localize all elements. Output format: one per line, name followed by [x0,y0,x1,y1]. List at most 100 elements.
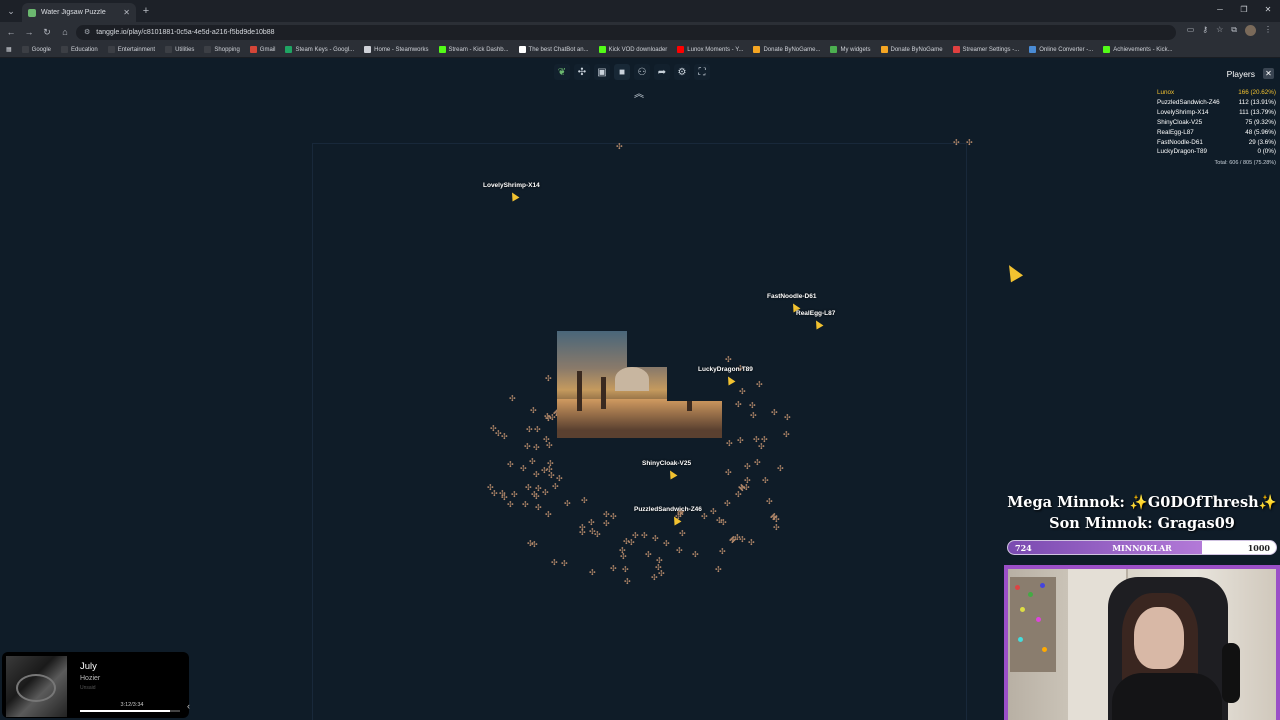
puzzle-piece[interactable]: ✣ [487,484,494,492]
close-window-icon[interactable]: ✕ [1256,0,1280,22]
puzzle-piece[interactable]: ✣ [603,511,610,519]
puzzle-piece[interactable]: ✣ [535,504,542,512]
puzzle-piece[interactable]: ✣ [529,458,536,466]
bookmark-item[interactable]: Achievements - Kick... [1103,46,1173,53]
puzzle-piece[interactable]: ✣ [773,524,780,532]
puzzle-piece[interactable]: ✣ [588,519,595,527]
preview-image-icon[interactable]: ▣ [594,64,610,80]
collapse-toolbar-chevron-icon[interactable]: ︽ [634,85,644,100]
puzzle-piece[interactable]: ✣ [524,443,531,451]
puzzle-piece[interactable]: ✣ [525,484,532,492]
back-icon[interactable]: ← [4,27,18,37]
extensions-icon[interactable]: ⧉ [1231,25,1237,36]
puzzle-piece[interactable]: ✣ [966,139,973,147]
puzzle-piece[interactable]: ✣ [777,465,784,473]
puzzle-piece[interactable]: ✣ [725,356,732,364]
puzzle-piece[interactable]: ✣ [620,553,627,561]
puzzle-piece[interactable]: ✣ [652,535,659,543]
puzzle-piece[interactable]: ✣ [546,442,553,450]
puzzle-piece[interactable]: ✣ [753,436,760,444]
collapse-widget-chevron-icon[interactable]: ‹ [187,701,190,711]
puzzle-piece[interactable]: ✣ [726,440,733,448]
profile-avatar[interactable] [1245,25,1256,36]
puzzle-piece[interactable]: ✣ [603,520,610,528]
bookmark-item[interactable]: Steam Keys - Googl... [285,46,354,53]
puzzle-piece[interactable]: ✣ [737,437,744,445]
puzzle-piece[interactable]: ✣ [710,508,717,516]
puzzle-piece[interactable]: ✣ [589,528,596,536]
puzzle-piece[interactable]: ✣ [623,538,630,546]
puzzle-piece[interactable]: ✣ [730,536,737,544]
puzzle-piece[interactable]: ✣ [716,517,723,525]
browser-tab[interactable]: Water Jigsaw Puzzle ✕ [22,3,136,22]
bookmark-item[interactable]: Donate ByNoGame [880,46,943,53]
puzzle-piece[interactable]: ✣ [545,375,552,383]
puzzle-piece[interactable]: ✣ [534,426,541,434]
share-icon[interactable]: ➦ [654,64,670,80]
puzzle-piece[interactable]: ✣ [676,547,683,555]
restore-icon[interactable]: ❐ [1232,0,1256,22]
puzzle-piece[interactable]: ✣ [564,500,571,508]
puzzle-piece[interactable]: ✣ [507,501,514,509]
puzzle-piece[interactable]: ✣ [771,409,778,417]
puzzle-piece[interactable]: ✣ [766,498,773,506]
bookmark-star-icon[interactable]: ☆ [1216,25,1223,36]
bookmark-item[interactable]: Donate ByNoGame... [753,46,820,53]
menu-dots-icon[interactable]: ⋮ [1264,25,1272,36]
puzzle-piece[interactable]: ✣ [530,407,537,415]
puzzle-piece[interactable]: ✣ [535,485,542,493]
bookmark-item[interactable]: Home - Steamworks [364,46,429,53]
bookmark-item[interactable]: My widgets [830,46,871,53]
puzzle-piece[interactable]: ✣ [651,574,658,582]
background-color-icon[interactable]: ■ [614,64,630,80]
puzzle-piece[interactable]: ✣ [616,143,623,151]
minimize-icon[interactable]: ─ [1208,0,1232,22]
puzzle-piece[interactable]: ✣ [761,436,768,444]
reload-icon[interactable]: ↻ [40,27,54,38]
puzzle-piece[interactable]: ✣ [526,426,533,434]
puzzle-piece[interactable]: ✣ [715,566,722,574]
puzzle-piece[interactable]: ✣ [641,532,648,540]
puzzle-piece[interactable]: ✣ [533,444,540,452]
puzzle-piece[interactable]: ✣ [953,139,960,147]
bookmark-item[interactable]: Google [21,46,51,53]
puzzle-piece[interactable]: ✣ [749,402,756,410]
fullscreen-icon[interactable]: ⛶ [694,64,710,80]
puzzle-leaf-icon[interactable]: ❦ [554,64,570,80]
bookmark-item[interactable]: Stream - Kick Dashb... [438,46,509,53]
puzzle-piece[interactable]: ✣ [501,494,508,502]
password-key-icon[interactable]: ⚷ [1202,25,1208,36]
puzzle-piece[interactable]: ✣ [725,469,732,477]
assembled-puzzle-image[interactable] [557,331,722,438]
bookmark-item[interactable]: Kick VOD downloader [598,46,667,53]
puzzle-piece[interactable]: ✣ [561,560,568,568]
puzzle-piece[interactable]: ✣ [754,459,761,467]
bookmark-item[interactable]: The best ChatBot an... [518,46,589,53]
puzzle-piece[interactable]: ✣ [541,467,548,475]
puzzle-piece[interactable]: ✣ [645,551,652,559]
puzzle-piece[interactable]: ✣ [522,501,529,509]
bookmark-item[interactable]: Gmail [249,46,275,53]
new-tab-icon[interactable]: + [136,5,156,17]
bookmark-item[interactable]: Utilities [165,46,194,53]
site-info-icon[interactable]: ⚙ [84,28,90,36]
puzzle-piece[interactable]: ✣ [701,513,708,521]
puzzle-piece[interactable]: ✣ [739,388,746,396]
bookmark-item[interactable]: Entertainment [107,46,155,53]
puzzle-piece[interactable]: ✣ [545,511,552,519]
puzzle-piece[interactable]: ✣ [679,530,686,538]
puzzle-piece[interactable]: ✣ [738,484,745,492]
puzzle-piece[interactable]: ✣ [744,463,751,471]
bookmark-item[interactable]: Lunox Moments - Y... [677,46,743,53]
puzzle-piece[interactable]: ✣ [748,539,755,547]
puzzle-piece[interactable]: ✣ [589,569,596,577]
puzzle-piece[interactable]: ✣ [552,483,559,491]
puzzle-piece[interactable]: ✣ [719,548,726,556]
bookmark-item[interactable]: Shopping [204,46,240,53]
tab-search-icon[interactable]: ⌄ [0,0,22,22]
puzzle-piece[interactable]: ✣ [783,431,790,439]
puzzle-piece[interactable]: ✣ [622,566,629,574]
puzzle-piece[interactable]: ✣ [579,529,586,537]
close-players-icon[interactable]: ✕ [1263,68,1274,79]
piece-sort-icon[interactable]: ✣ [574,64,590,80]
